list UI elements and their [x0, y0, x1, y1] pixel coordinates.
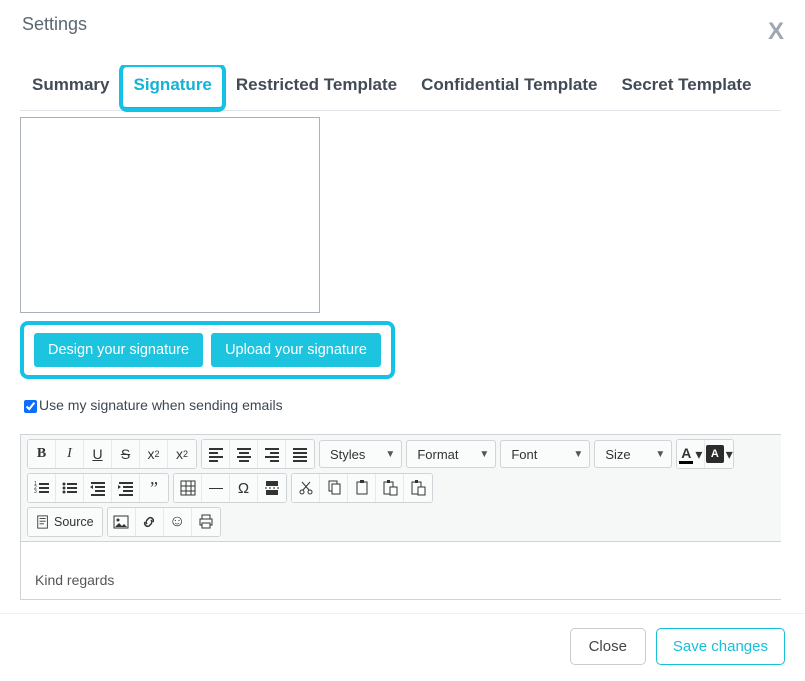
- chevron-down-icon: ▼: [385, 449, 395, 460]
- strike-button[interactable]: S: [112, 440, 140, 468]
- signature-preview: [20, 117, 320, 313]
- bullet-list-button[interactable]: [56, 474, 84, 502]
- tabs: Summary Signature Restricted Template Co…: [20, 65, 781, 111]
- bg-color-button[interactable]: A▾: [705, 440, 733, 468]
- indent-button[interactable]: [112, 474, 140, 502]
- use-signature-row: Use my signature when sending emails: [20, 397, 781, 416]
- modal-title: Settings: [22, 14, 87, 34]
- upload-signature-button[interactable]: Upload your signature: [211, 333, 381, 367]
- styles-select[interactable]: Styles▼: [319, 440, 402, 468]
- print-button[interactable]: [192, 508, 220, 536]
- use-signature-checkbox[interactable]: [24, 400, 37, 413]
- align-justify-button[interactable]: [286, 440, 314, 468]
- close-button[interactable]: Close: [570, 628, 646, 665]
- tab-secret-template[interactable]: Secret Template: [609, 65, 763, 110]
- emoji-button[interactable]: ☺: [164, 508, 192, 536]
- signature-buttons-highlight: Design your signature Upload your signat…: [20, 321, 395, 379]
- align-center-button[interactable]: [230, 440, 258, 468]
- paste-word-button[interactable]: [404, 474, 432, 502]
- underline-button[interactable]: U: [84, 440, 112, 468]
- design-signature-button[interactable]: Design your signature: [34, 333, 203, 367]
- source-button[interactable]: Source: [28, 508, 102, 536]
- modal-header: Settings: [0, 0, 805, 35]
- editor-content: Kind regards: [35, 572, 114, 588]
- align-right-button[interactable]: [258, 440, 286, 468]
- text-color-button[interactable]: A▾: [677, 440, 705, 468]
- size-select[interactable]: Size▼: [594, 440, 672, 468]
- modal-footer: Close Save changes: [0, 613, 805, 681]
- numbered-list-button[interactable]: 123: [28, 474, 56, 502]
- special-char-button[interactable]: Ω: [230, 474, 258, 502]
- page-break-button[interactable]: [258, 474, 286, 502]
- hr-button[interactable]: [202, 474, 230, 502]
- toolbar-row-3: Source ☺: [27, 507, 775, 537]
- font-select[interactable]: Font▼: [500, 440, 590, 468]
- align-left-button[interactable]: [202, 440, 230, 468]
- svg-text:3: 3: [34, 489, 37, 495]
- tab-confidential-template[interactable]: Confidential Template: [409, 65, 609, 110]
- editor-toolbar: B I U S x2 x2 Styles▼ Format▼: [20, 434, 781, 542]
- tab-summary[interactable]: Summary: [20, 65, 121, 110]
- chevron-down-icon: ▼: [573, 449, 583, 460]
- editor-body[interactable]: Kind regards: [20, 542, 781, 600]
- modal-body: Summary Signature Restricted Template Co…: [0, 35, 805, 613]
- table-button[interactable]: [174, 474, 202, 502]
- settings-modal: Settings X Summary Signature Restricted …: [0, 0, 805, 681]
- tab-restricted-template[interactable]: Restricted Template: [224, 65, 409, 110]
- italic-button[interactable]: I: [56, 440, 84, 468]
- blockquote-button[interactable]: ”: [140, 474, 168, 502]
- image-button[interactable]: [108, 508, 136, 536]
- save-changes-button[interactable]: Save changes: [656, 628, 785, 665]
- toolbar-row-1: B I U S x2 x2 Styles▼ Format▼: [27, 439, 775, 469]
- outdent-button[interactable]: [84, 474, 112, 502]
- tab-signature[interactable]: Signature: [121, 65, 223, 110]
- paste-text-button[interactable]: [376, 474, 404, 502]
- link-button[interactable]: [136, 508, 164, 536]
- paste-button[interactable]: [348, 474, 376, 502]
- toolbar-row-2: 123 ” Ω: [27, 473, 775, 503]
- chevron-down-icon: ▼: [655, 449, 665, 460]
- use-signature-label: Use my signature when sending emails: [39, 397, 283, 413]
- copy-button[interactable]: [320, 474, 348, 502]
- cut-button[interactable]: [292, 474, 320, 502]
- format-select[interactable]: Format▼: [406, 440, 496, 468]
- bold-button[interactable]: B: [28, 440, 56, 468]
- superscript-button[interactable]: x2: [168, 440, 196, 468]
- subscript-button[interactable]: x2: [140, 440, 168, 468]
- chevron-down-icon: ▼: [479, 449, 489, 460]
- scroll-area[interactable]: Summary Signature Restricted Template Co…: [20, 65, 793, 613]
